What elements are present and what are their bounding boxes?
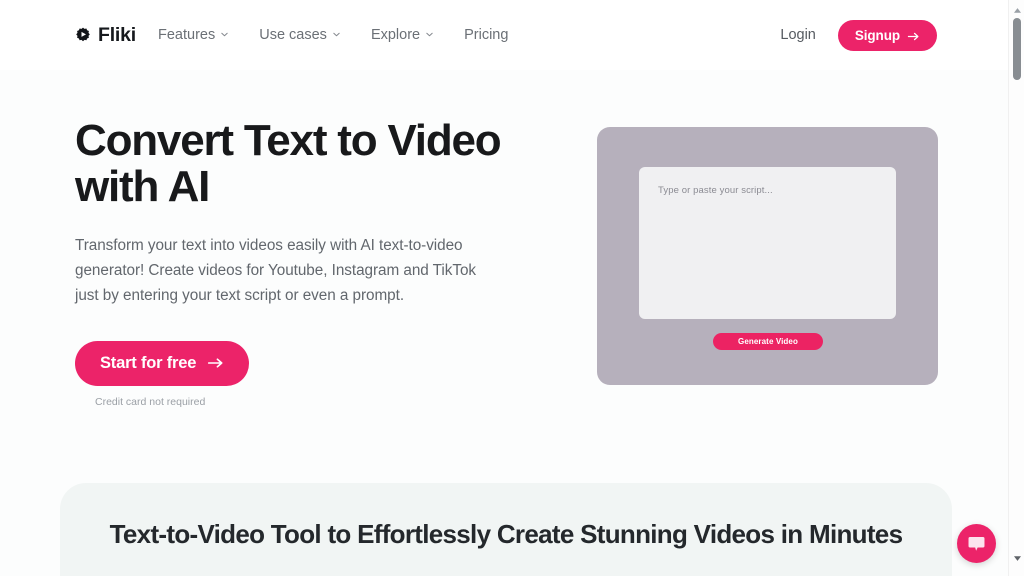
hero-subtitle: Transform your text into videos easily w… [75,237,477,304]
generate-video-button[interactable]: Generate Video [713,333,823,350]
section-heading: Text-to-Video Tool to Effortlessly Creat… [109,519,903,549]
script-textarea[interactable]: Type or paste your script... [639,167,896,319]
chat-widget-button[interactable] [957,524,996,563]
scrollbar-thumb[interactable] [1013,18,1021,80]
signup-button[interactable]: Signup [837,19,937,51]
arrow-right-icon [207,356,224,370]
scroll-up-arrow-icon[interactable] [1009,2,1024,18]
cta-button-label: Start for free [100,353,197,372]
product-mockup-panel: Type or paste your script... Generate Vi… [597,127,938,385]
page-viewport: Fliki Features Use cases Explore Pricing… [0,0,1008,576]
credit-card-note: Credit card not required [95,395,206,408]
main-navigation: Features Use cases Explore Pricing [158,23,524,47]
nav-item-label: Explore [370,27,421,43]
nav-item-explore[interactable]: Explore [357,23,450,47]
nav-item-features[interactable]: Features [158,23,245,47]
nav-item-label: Use cases [259,27,327,43]
chevron-down-icon [220,30,229,39]
arrow-right-icon [907,30,920,41]
login-link[interactable]: Login [780,27,815,43]
chat-bubble-icon [967,534,986,553]
chevron-down-icon [425,30,434,39]
page-title: Convert Text to Video with AI [75,116,502,212]
site-header: Fliki Features Use cases Explore Pricing… [0,0,1008,70]
fliki-play-gear-icon [75,27,91,43]
nav-item-label: Features [158,27,216,43]
start-for-free-button[interactable]: Start for free [75,340,250,386]
scroll-down-arrow-icon[interactable] [1009,550,1024,566]
nav-item-label: Pricing [464,27,509,43]
vertical-scrollbar[interactable] [1008,0,1024,576]
nav-item-use-cases[interactable]: Use cases [245,23,357,47]
script-textarea-placeholder: Type or paste your script... [658,185,773,196]
brand-logo[interactable]: Fliki [75,24,136,47]
chevron-down-icon [332,30,341,39]
feature-section-card: Text-to-Video Tool to Effortlessly Creat… [60,483,952,576]
signup-button-label: Signup [854,27,900,43]
hero-content: Convert Text to Video with AI Transform … [75,116,545,408]
nav-item-pricing[interactable]: Pricing [450,23,524,47]
header-actions: Login Signup [780,19,937,51]
brand-name: Fliki [98,23,137,46]
